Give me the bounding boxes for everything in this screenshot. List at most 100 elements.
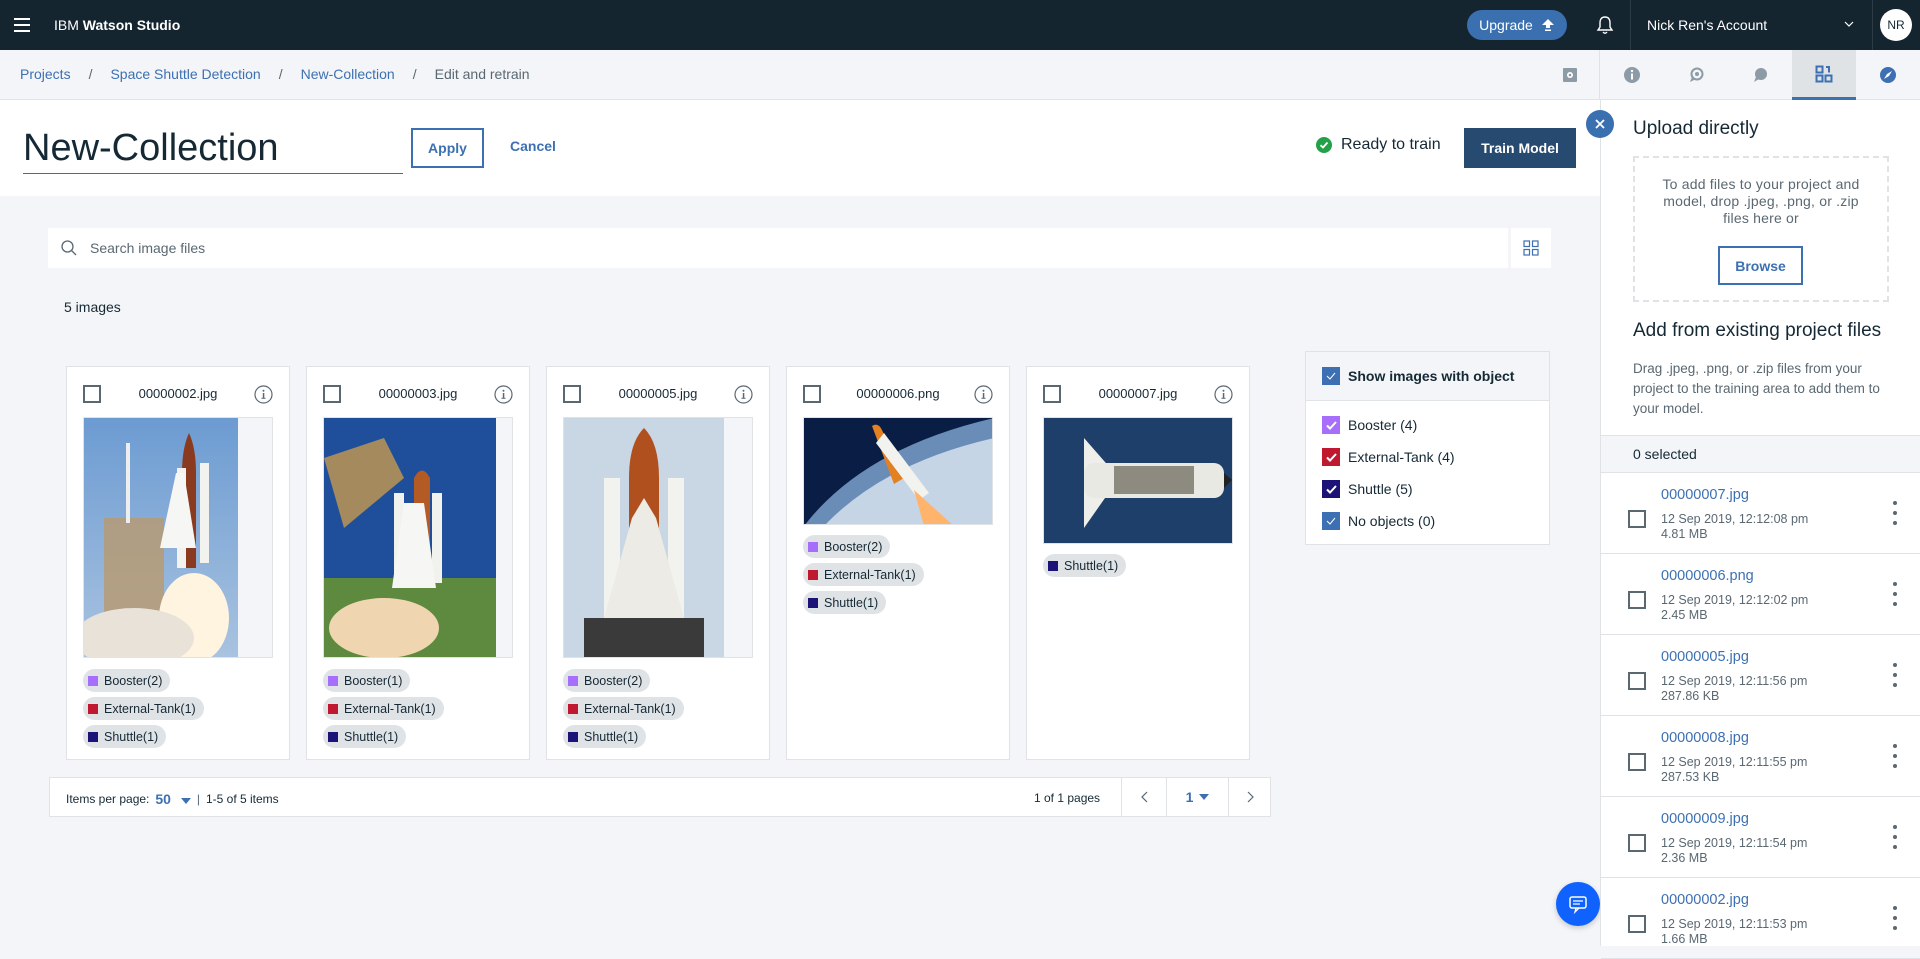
file-checkbox[interactable] (1628, 915, 1646, 933)
filter-item-booster[interactable]: Booster (4) (1306, 409, 1549, 441)
data-asset-button[interactable] (1540, 50, 1600, 100)
file-checkbox[interactable] (1628, 591, 1646, 609)
file-list-item[interactable]: 00000007.jpg 12 Sep 2019, 12:12:08 pm 4.… (1601, 473, 1920, 554)
image-thumbnail[interactable] (1043, 417, 1233, 544)
object-tag: External-Tank(1) (803, 563, 924, 586)
filter-header: Show images with object (1306, 352, 1549, 401)
file-size: 287.86 KB (1661, 689, 1720, 703)
apply-button[interactable]: Apply (411, 128, 484, 168)
file-list-item[interactable]: 00000002.jpg 12 Sep 2019, 12:11:53 pm 1.… (1601, 878, 1920, 959)
object-tag: Shuttle(1) (563, 725, 647, 748)
filter-checkbox[interactable] (1322, 416, 1340, 434)
overflow-menu-icon[interactable] (1892, 744, 1898, 768)
info-icon[interactable] (1214, 385, 1233, 404)
image-card[interactable]: 00000003.jpg Booster(1) External-Tank(1)… (306, 366, 530, 760)
collection-name-input[interactable]: New-Collection (23, 124, 403, 174)
overflow-menu-icon[interactable] (1892, 825, 1898, 849)
object-tag: Booster(2) (83, 669, 171, 692)
image-thumbnail[interactable] (83, 417, 273, 658)
file-name-link[interactable]: 00000006.png (1661, 568, 1754, 584)
notification-bell-icon[interactable] (1594, 14, 1616, 36)
filter-item-external-tank[interactable]: External-Tank (4) (1306, 441, 1549, 473)
close-panel-button[interactable] (1586, 110, 1614, 138)
file-checkbox[interactable] (1628, 834, 1646, 852)
filter-item-no-objects[interactable]: No objects (0) (1306, 505, 1549, 537)
upgrade-button[interactable]: Upgrade (1467, 10, 1567, 40)
overflow-menu-icon[interactable] (1892, 906, 1898, 930)
existing-files-description: Drag .jpeg, .png, or .zip files from you… (1633, 361, 1880, 416)
avatar[interactable]: NR (1880, 9, 1912, 41)
show-images-checkbox[interactable] (1322, 367, 1340, 385)
file-name-link[interactable]: 00000005.jpg (1661, 649, 1749, 665)
info-icon[interactable] (734, 385, 753, 404)
file-size: 287.53 KB (1661, 770, 1720, 784)
file-name-link[interactable]: 00000009.jpg (1661, 811, 1749, 827)
object-tag: External-Tank(1) (323, 697, 444, 720)
overflow-menu-icon[interactable] (1892, 501, 1898, 525)
history-button[interactable] (1664, 50, 1728, 100)
image-card[interactable]: 00000007.jpg Shuttle(1) (1026, 366, 1250, 760)
file-list-item[interactable]: 00000005.jpg 12 Sep 2019, 12:11:56 pm 28… (1601, 635, 1920, 716)
items-per-page-select[interactable]: 50 (155, 791, 191, 807)
file-size: 2.45 MB (1661, 608, 1708, 622)
cancel-button[interactable]: Cancel (510, 138, 556, 154)
info-icon[interactable] (974, 385, 993, 404)
browse-button[interactable]: Browse (1718, 246, 1803, 285)
grid-view-toggle[interactable] (1511, 228, 1551, 268)
overflow-menu-icon[interactable] (1892, 663, 1898, 687)
tag-label: Shuttle(1) (584, 729, 639, 744)
app-brand[interactable]: IBM Watson Studio (54, 17, 180, 33)
image-thumbnail[interactable] (803, 417, 993, 525)
data-panel-button[interactable] (1792, 50, 1856, 100)
tag-label: Shuttle(1) (104, 729, 159, 744)
arrow-up-icon (1541, 19, 1554, 31)
image-thumbnail[interactable] (323, 417, 513, 658)
page-count: 1 of 1 pages (1034, 791, 1101, 805)
shuttle-swatch (808, 597, 818, 608)
tag-label: Booster(1) (344, 673, 403, 688)
breadcrumb-collection[interactable]: New-Collection (301, 66, 395, 82)
image-card[interactable]: 00000005.jpg Booster(2) External-Tank(1)… (546, 366, 770, 760)
image-card[interactable]: 00000006.png Booster(2) External-Tank(1)… (786, 366, 1010, 760)
account-switcher[interactable]: Nick Ren's Account (1630, 0, 1873, 50)
tag-label: Booster(2) (104, 673, 163, 688)
file-name-link[interactable]: 00000002.jpg (1661, 892, 1749, 908)
compass-icon (1880, 67, 1896, 83)
prev-page-button[interactable] (1121, 778, 1166, 816)
file-list-item[interactable]: 00000006.png 12 Sep 2019, 12:12:02 pm 2.… (1601, 554, 1920, 635)
comment-icon (1754, 68, 1767, 82)
comments-button[interactable] (1728, 50, 1792, 100)
file-name-link[interactable]: 00000008.jpg (1661, 730, 1749, 746)
file-drop-zone[interactable]: To add files to your project and model, … (1633, 156, 1889, 302)
file-list-item[interactable]: 00000008.jpg 12 Sep 2019, 12:11:55 pm 28… (1601, 716, 1920, 797)
search-input[interactable] (90, 240, 1470, 256)
selection-count: 0 selected (1601, 435, 1920, 473)
file-checkbox[interactable] (1628, 510, 1646, 528)
info-icon[interactable] (254, 385, 273, 404)
breadcrumb-project[interactable]: Space Shuttle Detection (110, 66, 260, 82)
grid-data-icon (1815, 65, 1833, 82)
image-thumbnail[interactable] (563, 417, 753, 658)
page-select[interactable]: 1 (1166, 778, 1228, 816)
next-page-button[interactable] (1228, 778, 1272, 816)
info-panel-button[interactable] (1600, 50, 1664, 100)
external-tank-swatch (328, 703, 338, 714)
filter-checkbox[interactable] (1322, 448, 1340, 466)
menu-icon[interactable] (0, 0, 44, 50)
file-size: 4.81 MB (1661, 527, 1708, 541)
explore-button[interactable] (1856, 50, 1920, 100)
info-icon[interactable] (494, 385, 513, 404)
image-card[interactable]: 00000002.jpg Booster(2) External-Tank(1)… (66, 366, 290, 760)
filter-item-shuttle[interactable]: Shuttle (5) (1306, 473, 1549, 505)
file-name-link[interactable]: 00000007.jpg (1661, 487, 1749, 503)
file-checkbox[interactable] (1628, 672, 1646, 690)
overflow-menu-icon[interactable] (1892, 582, 1898, 606)
items-per-page: Items per page: 50 | 1-5 of 5 items (66, 791, 279, 807)
file-list-item[interactable]: 00000009.jpg 12 Sep 2019, 12:11:54 pm 2.… (1601, 797, 1920, 878)
filter-checkbox[interactable] (1322, 512, 1340, 530)
chat-button[interactable] (1556, 882, 1600, 926)
breadcrumb-projects[interactable]: Projects (20, 66, 71, 82)
file-checkbox[interactable] (1628, 753, 1646, 771)
filter-checkbox[interactable] (1322, 480, 1340, 498)
train-model-button[interactable]: Train Model (1464, 128, 1576, 168)
